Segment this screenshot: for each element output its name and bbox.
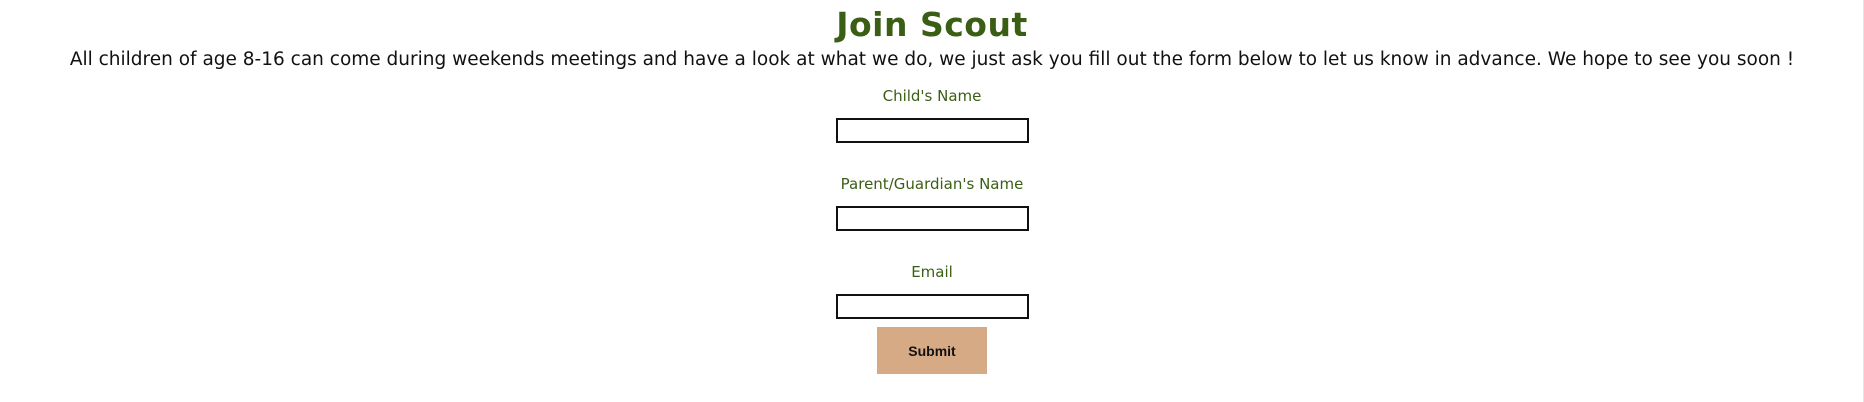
childs-name-field-group: Child's Name bbox=[835, 86, 1029, 143]
join-scout-page: Join Scout All children of age 8-16 can … bbox=[0, 0, 1864, 374]
email-label: Email bbox=[911, 263, 953, 281]
email-input[interactable] bbox=[835, 294, 1029, 319]
guardian-name-label: Parent/Guardian's Name bbox=[840, 175, 1024, 193]
join-form: Child's Name Parent/Guardian's Name Emai… bbox=[0, 86, 1864, 374]
guardian-name-field-group: Parent/Guardian's Name bbox=[835, 174, 1029, 231]
submit-button[interactable]: Submit bbox=[877, 327, 987, 374]
childs-name-label: Child's Name bbox=[882, 87, 982, 105]
page-title: Join Scout bbox=[836, 5, 1028, 44]
guardian-name-input[interactable] bbox=[835, 206, 1029, 231]
email-field-group: Email bbox=[835, 262, 1029, 319]
childs-name-input[interactable] bbox=[835, 118, 1029, 143]
intro-text: All children of age 8-16 can come during… bbox=[69, 49, 1795, 70]
